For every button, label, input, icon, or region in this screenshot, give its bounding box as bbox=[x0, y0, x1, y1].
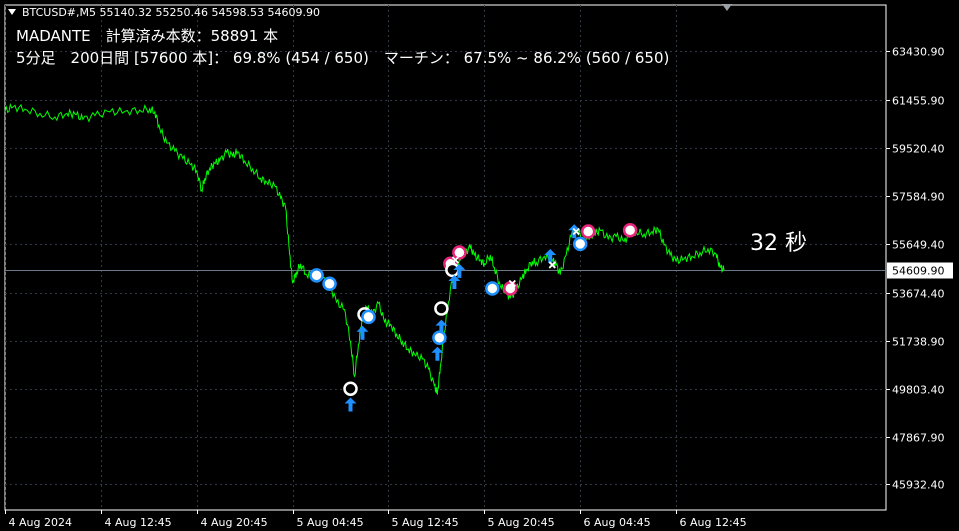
x-tick-label: 5 Aug 20:45 bbox=[488, 516, 555, 529]
chart-shift-marker-icon[interactable] bbox=[722, 4, 732, 11]
y-tick-label: 53674.40 bbox=[892, 288, 945, 301]
x-tick-label: 6 Aug 12:45 bbox=[680, 516, 747, 529]
signal-circle-marker bbox=[452, 245, 467, 260]
signal-circle-marker bbox=[432, 330, 447, 345]
y-tick-label: 49803.40 bbox=[892, 384, 945, 397]
price-chart[interactable]: 63430.90 61455.90 59520.40 57584.90 55649.40… bbox=[0, 0, 959, 531]
candle-timer-label: 32 秒 bbox=[750, 231, 807, 256]
chart-window[interactable]: 63430.90 61455.90 59520.40 57584.90 55649.40… bbox=[0, 0, 959, 531]
plot-frame bbox=[4, 4, 887, 511]
signal-arrow-up-icon bbox=[344, 397, 357, 412]
y-tick-label: 63430.90 bbox=[892, 46, 945, 59]
signal-circle-marker bbox=[309, 268, 324, 283]
y-tick-label: 57584.90 bbox=[892, 191, 945, 204]
signal-circle-marker bbox=[580, 224, 596, 239]
indicator-info-line-1: MADANTE 計算済み本数：58891 本 bbox=[16, 27, 279, 45]
y-tick-label: 47867.90 bbox=[892, 432, 945, 445]
y-tick-label: 51738.90 bbox=[892, 336, 945, 349]
signal-circle-marker bbox=[622, 223, 638, 238]
signal-circle-marker bbox=[322, 276, 337, 291]
ohlc-values: 55140.32 55250.46 54598.53 54609.90 bbox=[99, 6, 320, 19]
signal-circle-marker bbox=[343, 381, 358, 396]
x-tick-label: 4 Aug 2024 bbox=[9, 516, 72, 529]
chart-menu-triangle-icon[interactable] bbox=[8, 9, 16, 15]
signal-arrow-up-icon bbox=[356, 325, 369, 340]
signal-circle-marker bbox=[485, 281, 500, 296]
current-price-label: 54609.90 bbox=[892, 265, 945, 278]
x-tick-label: 4 Aug 20:45 bbox=[201, 516, 268, 529]
x-tick-label: 6 Aug 04:45 bbox=[584, 516, 651, 529]
y-tick-label: 55649.40 bbox=[892, 239, 945, 252]
signal-circle-marker bbox=[572, 236, 588, 252]
x-tick-label: 4 Aug 12:45 bbox=[105, 516, 172, 529]
price-series-line bbox=[4, 102, 725, 396]
signal-circle-marker bbox=[361, 309, 376, 325]
x-tick-label: 5 Aug 12:45 bbox=[392, 516, 459, 529]
y-tick-label: 59520.40 bbox=[892, 143, 945, 156]
y-tick-label: 45932.40 bbox=[892, 479, 945, 492]
symbol-ohlc-line: BTCUSD#,M5 55140.32 55250.46 54598.53 54… bbox=[22, 6, 320, 19]
signal-circle-marker bbox=[434, 301, 449, 316]
y-tick-label: 61455.90 bbox=[892, 95, 945, 108]
symbol-label: BTCUSD#,M5 bbox=[22, 6, 97, 19]
x-tick-label: 5 Aug 04:45 bbox=[297, 516, 364, 529]
indicator-info-line-2: 5分足 200日間 [57600 本]： 69.8% (454 / 650) マ… bbox=[16, 49, 670, 67]
